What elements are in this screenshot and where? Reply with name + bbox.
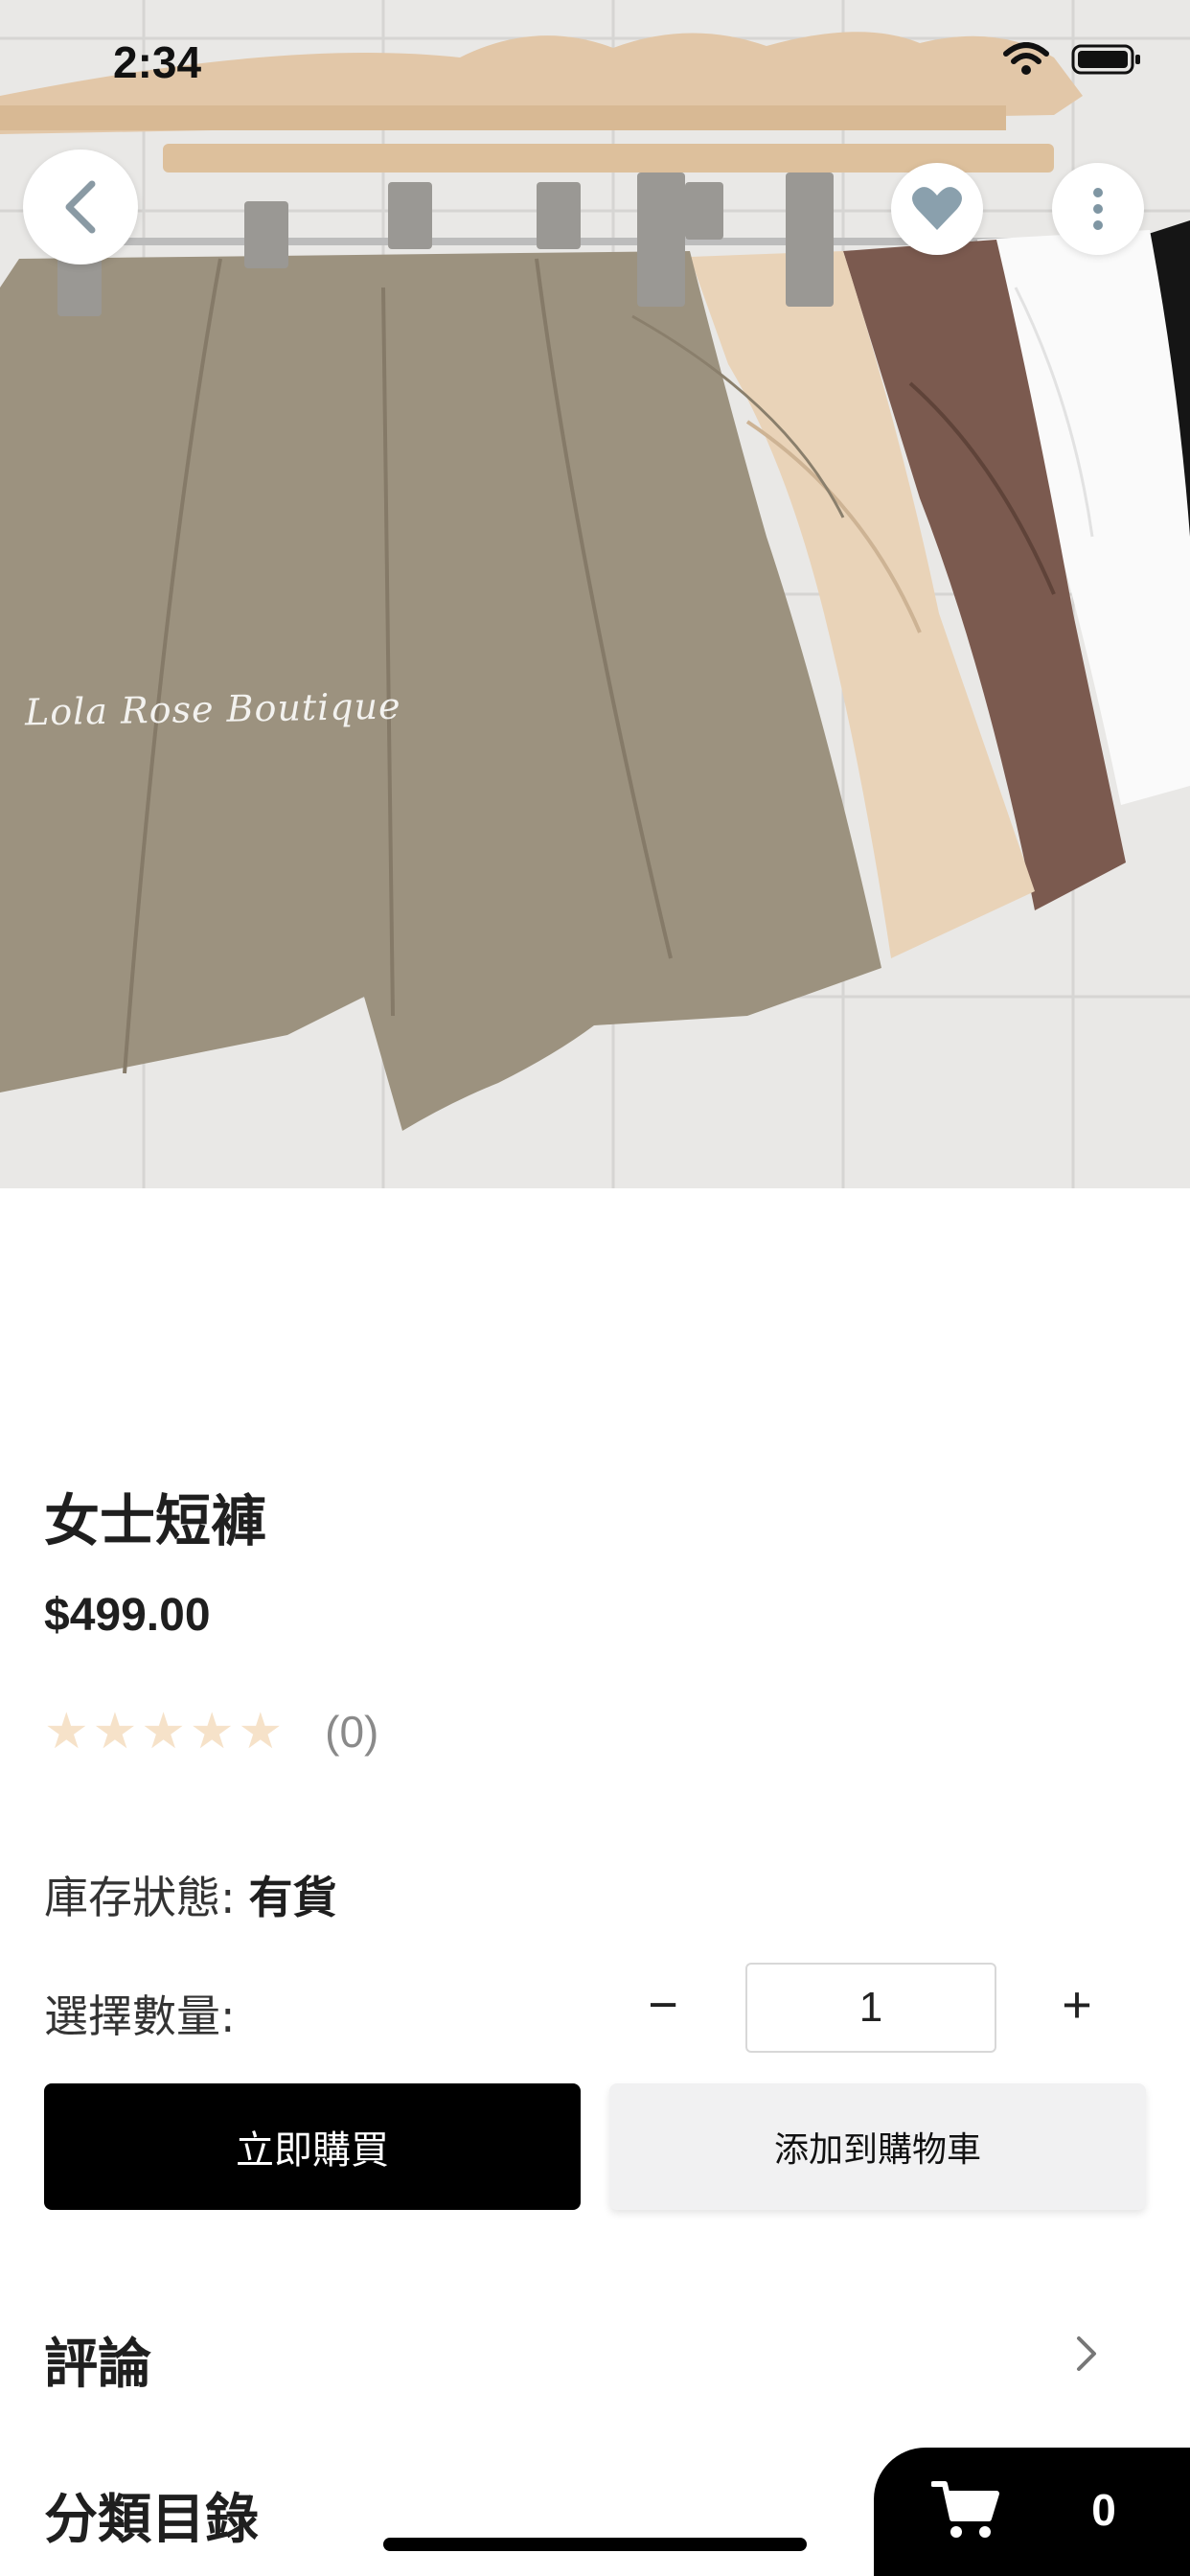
product-image[interactable]: Lola Rose Boutique (0, 0, 1190, 1188)
cart-count: 0 (1091, 2485, 1116, 2535)
reviews-row[interactable]: 評論 (0, 2300, 1190, 2405)
star-icon: ★ (92, 1703, 138, 1760)
status-icons (1002, 42, 1142, 77)
star-icon: ★ (238, 1703, 284, 1760)
rating-count: (0) (325, 1707, 379, 1757)
quantity-label: 選擇數量: (44, 1990, 236, 2042)
back-button[interactable] (23, 150, 138, 264)
wifi-icon (1003, 42, 1049, 75)
buy-now-button[interactable]: 立即購買 (44, 2083, 581, 2210)
home-indicator[interactable] (383, 2538, 807, 2551)
watermark: Lola Rose Boutique (24, 684, 401, 734)
add-to-cart-button[interactable]: 添加到購物車 (609, 2083, 1146, 2210)
quantity-input[interactable] (745, 1963, 996, 2053)
category-section-title[interactable]: 分類目錄 (44, 2476, 259, 2554)
cart-icon (931, 2481, 999, 2538)
chevron-right-icon (1077, 2336, 1096, 2371)
stock-status: 庫存狀態: 有貨 (44, 1863, 337, 1926)
favorite-button[interactable] (891, 163, 983, 255)
more-options-button[interactable] (1052, 163, 1144, 255)
star-icon: ★ (141, 1703, 186, 1760)
quantity-increase-button[interactable]: + (1039, 1966, 1115, 2043)
product-title: 女士短褲 (44, 1488, 267, 1553)
star-icon: ★ (189, 1703, 235, 1760)
stock-value: 有貨 (248, 1872, 337, 1923)
star-icon: ★ (44, 1703, 89, 1760)
rating[interactable]: ★ ★ ★ ★ ★ (0) (44, 1706, 378, 1758)
more-vertical-icon (1093, 188, 1103, 230)
heart-icon (912, 187, 962, 230)
cart-button[interactable]: 0 (874, 2448, 1190, 2576)
quantity-decrease-button[interactable]: − (625, 1966, 701, 2043)
battery-icon (1071, 44, 1140, 75)
chevron-left-icon (65, 180, 96, 234)
product-price: $499.00 (44, 1590, 211, 1641)
status-time: 2:34 (113, 37, 202, 87)
product-photo (0, 0, 1190, 1188)
stock-label: 庫存狀態: (44, 1872, 236, 1923)
reviews-label: 評論 (44, 2334, 151, 2396)
